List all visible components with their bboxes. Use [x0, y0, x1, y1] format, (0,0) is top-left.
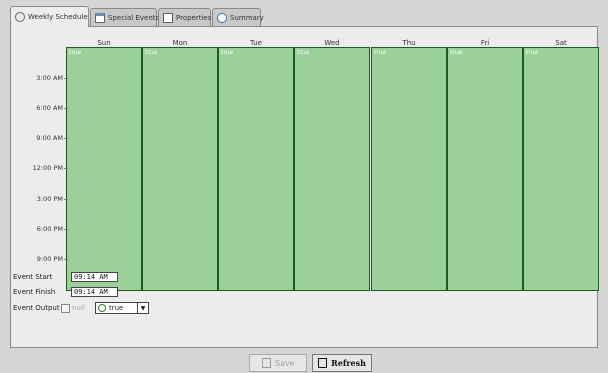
tab-label: Summary	[230, 13, 264, 22]
event-output-value: true	[109, 304, 124, 312]
save-icon	[261, 358, 271, 368]
time-label-9pm: 9:00 PM	[36, 255, 63, 263]
schedule-block-sun[interactable]: true	[66, 47, 142, 291]
day-header-tue: Tue	[250, 39, 262, 47]
day-header-wed: Wed	[324, 39, 340, 47]
schedule-block-mon[interactable]: true	[142, 47, 218, 291]
time-label-12pm: 12:00 PM	[32, 164, 63, 172]
day-header-sun: Sun	[97, 39, 111, 47]
value-icon	[98, 304, 106, 312]
block-value: true	[374, 49, 387, 56]
event-finish-label: Event Finish	[13, 288, 56, 296]
tab-label: Properties	[176, 13, 212, 22]
weekly-schedule-panel: Sun Mon Tue Wed Thu Fri Sat true true tr…	[10, 26, 599, 348]
time-label-6pm: 6:00 PM	[36, 225, 63, 233]
clock-icon	[217, 12, 227, 23]
null-label: null	[72, 304, 85, 312]
time-tick	[64, 229, 68, 230]
tab-label: Weekly Schedule	[28, 13, 88, 21]
tab-special-events[interactable]: Special Events	[90, 8, 160, 26]
schedule-block-thu[interactable]: true	[371, 47, 447, 291]
time-label-3am: 3:00 AM	[36, 74, 63, 82]
time-tick	[64, 108, 68, 109]
time-tick	[64, 259, 68, 260]
day-header-thu: Thu	[402, 39, 416, 47]
time-label-9am: 9:00 AM	[36, 134, 63, 142]
block-value: true	[145, 49, 158, 56]
block-value: true	[221, 49, 234, 56]
time-label-6am: 6:00 AM	[36, 104, 63, 112]
event-output-select[interactable]: true ▼	[95, 302, 149, 314]
block-value: true	[526, 49, 539, 56]
calendar-icon	[95, 12, 105, 23]
day-header-mon: Mon	[172, 39, 188, 47]
schedule-icon	[15, 12, 25, 22]
refresh-icon	[318, 358, 328, 368]
time-label-3pm: 3:00 PM	[36, 195, 63, 203]
null-checkbox[interactable]	[61, 304, 70, 313]
tab-properties[interactable]: Properties	[158, 8, 211, 26]
chevron-down-icon[interactable]: ▼	[137, 303, 148, 313]
event-start-label: Event Start	[13, 273, 53, 281]
save-button-label: Save	[274, 358, 295, 368]
schedule-block-fri[interactable]: true	[447, 47, 523, 291]
save-button[interactable]: Save	[249, 354, 307, 372]
schedule-block-tue[interactable]: true	[218, 47, 294, 291]
time-tick	[64, 168, 68, 169]
time-tick	[64, 78, 68, 79]
refresh-button[interactable]: Refresh	[312, 354, 372, 372]
block-value: true	[450, 49, 463, 56]
event-finish-field[interactable]: 09:14 AM	[71, 287, 118, 297]
block-value: true	[297, 49, 310, 56]
refresh-button-label: Refresh	[331, 358, 366, 368]
event-start-field[interactable]: 09:14 AM	[71, 272, 118, 282]
tab-summary[interactable]: Summary	[212, 8, 264, 26]
tab-label: Special Events	[108, 13, 160, 22]
properties-icon	[163, 12, 173, 23]
day-header-sat: Sat	[555, 39, 567, 47]
time-tick	[64, 199, 68, 200]
schedule-block-sat[interactable]: true	[523, 47, 599, 291]
day-header-fri: Fri	[480, 39, 490, 47]
schedule-block-wed[interactable]: true	[294, 47, 370, 291]
block-value: true	[69, 49, 82, 56]
time-tick	[64, 138, 68, 139]
tab-weekly-schedule[interactable]: Weekly Schedule	[10, 6, 89, 27]
event-output-label: Event Output	[13, 304, 60, 312]
